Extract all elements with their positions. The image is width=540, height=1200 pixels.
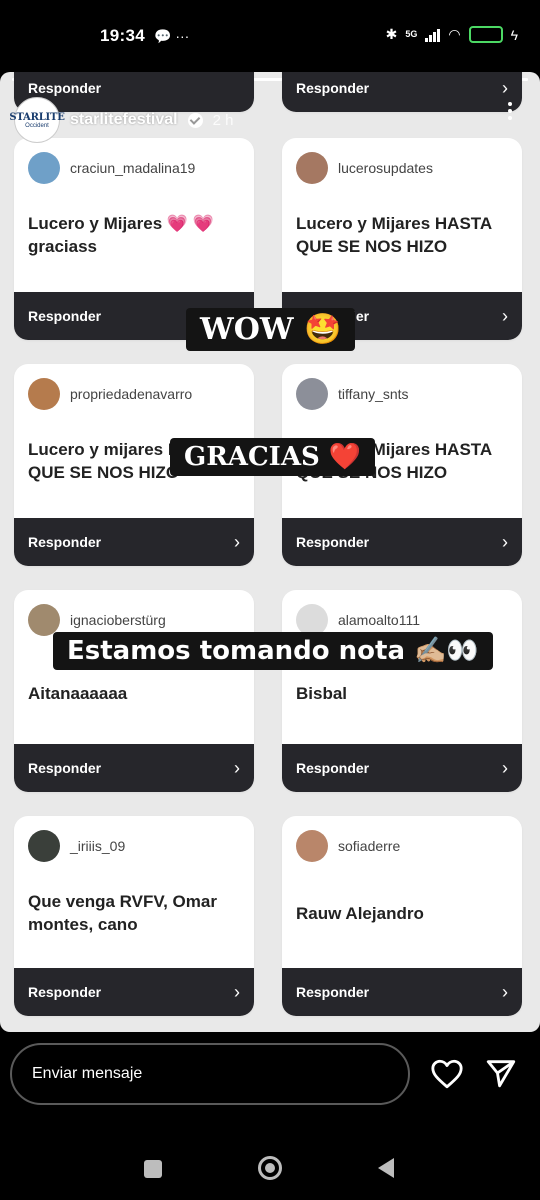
message-placeholder: Enviar mensaje bbox=[32, 1065, 143, 1082]
user-avatar bbox=[28, 378, 60, 410]
response-text: Aitanaaaaaa bbox=[28, 684, 128, 703]
story-time: 2 h bbox=[212, 111, 234, 129]
reply-button[interactable]: Responder› bbox=[14, 518, 254, 566]
reply-button[interactable]: Responder› bbox=[14, 968, 254, 1016]
story-viewer[interactable]: STARLITE Occident starlitefestival 2 h R… bbox=[0, 72, 540, 1032]
response-card: sofiaderre Rauw Alejandro Responder › bbox=[282, 816, 522, 1016]
chevron-right-icon: › bbox=[234, 757, 240, 778]
reply-button[interactable]: Responder› bbox=[282, 72, 522, 112]
user-avatar bbox=[296, 830, 328, 862]
message-input[interactable]: Enviar mensaje bbox=[10, 1043, 410, 1105]
chevron-right-icon: › bbox=[234, 981, 240, 1002]
response-card: alamoalto111 Bisbal Responder › bbox=[282, 590, 522, 792]
brand-logo-subtext: Occident bbox=[25, 122, 49, 129]
chevron-right-icon: › bbox=[234, 531, 240, 552]
response-text: Que venga RVFV, Omar montes, cano bbox=[28, 892, 217, 934]
chevron-right-icon: › bbox=[502, 531, 508, 552]
heart-icon[interactable] bbox=[430, 1058, 464, 1090]
response-card-top-right: Responder › bbox=[282, 72, 522, 112]
verified-badge-icon bbox=[187, 112, 203, 128]
sticker-tomando-nota: Estamos tomando nota ✍🏼👀 bbox=[53, 632, 493, 670]
response-text: Lucero y Mijares 💗 💗 graciass bbox=[28, 214, 214, 256]
sticker-wow: WOW 🤩 bbox=[186, 308, 356, 351]
reply-button[interactable]: Responder› bbox=[282, 744, 522, 792]
brand-logo-text: STARLITE bbox=[9, 111, 65, 123]
reply-button[interactable]: Responder› bbox=[282, 968, 522, 1016]
network-type: 5G bbox=[405, 29, 418, 39]
back-button[interactable] bbox=[378, 1158, 394, 1178]
charging-icon: ϟ bbox=[510, 26, 518, 43]
signal-icon bbox=[425, 28, 441, 42]
notification-icons: 💬 ··· bbox=[154, 28, 190, 44]
response-text: Bisbal bbox=[296, 684, 348, 703]
response-username: ignacioberstürg bbox=[70, 612, 166, 628]
system-nav-bar bbox=[0, 1130, 540, 1200]
send-icon[interactable] bbox=[484, 1056, 518, 1090]
sticker-gracias: GRACIAS ❤️ bbox=[170, 438, 376, 476]
user-avatar bbox=[28, 830, 60, 862]
user-avatar bbox=[28, 152, 60, 184]
wifi-icon: ◠ bbox=[448, 26, 461, 42]
response-username: tiffany_snts bbox=[338, 386, 409, 402]
story-header: STARLITE Occident starlitefestival 2 h bbox=[9, 97, 234, 143]
response-text: Rauw Alejandro bbox=[296, 904, 424, 923]
response-card: ignacioberstürg Aitanaaaaaa Responder › bbox=[14, 590, 254, 792]
profile-avatar[interactable]: STARLITE Occident bbox=[9, 97, 65, 143]
user-avatar bbox=[296, 378, 328, 410]
bluetooth-icon: ✱ bbox=[385, 26, 398, 42]
response-username: sofiaderre bbox=[338, 838, 401, 854]
user-avatar bbox=[296, 152, 328, 184]
reply-button[interactable]: Responder› bbox=[282, 518, 522, 566]
chevron-right-icon: › bbox=[502, 305, 508, 326]
battery-icon: 62 bbox=[468, 26, 503, 43]
recent-apps-button[interactable] bbox=[144, 1160, 162, 1178]
chevron-right-icon: › bbox=[502, 77, 508, 98]
chevron-right-icon: › bbox=[502, 757, 508, 778]
status-icons: ✱ 5G ◠ 62 ϟ bbox=[386, 26, 518, 43]
response-username: alamoalto111 bbox=[338, 612, 420, 628]
chevron-right-icon: › bbox=[502, 981, 508, 1002]
more-options-icon[interactable] bbox=[504, 102, 516, 120]
response-username: propriedadenavarro bbox=[70, 386, 193, 402]
battery-level: 62 bbox=[480, 29, 492, 40]
home-button[interactable] bbox=[258, 1156, 282, 1180]
response-text: Lucero y Mijares HASTA QUE SE NOS HIZO bbox=[296, 214, 492, 256]
response-card: _iriiis_09 Que venga RVFV, Omar montes, … bbox=[14, 816, 254, 1016]
response-username: _iriiis_09 bbox=[70, 838, 126, 854]
clock: 19:34 bbox=[100, 26, 145, 45]
response-username: lucerosupdates bbox=[338, 160, 433, 176]
story-username[interactable]: starlitefestival bbox=[70, 111, 178, 129]
status-bar: 19:34 💬 ··· ✱ 5G ◠ 62 ϟ bbox=[0, 0, 540, 72]
response-username: craciun_madalina19 bbox=[70, 160, 196, 176]
reply-button[interactable]: Responder› bbox=[14, 744, 254, 792]
